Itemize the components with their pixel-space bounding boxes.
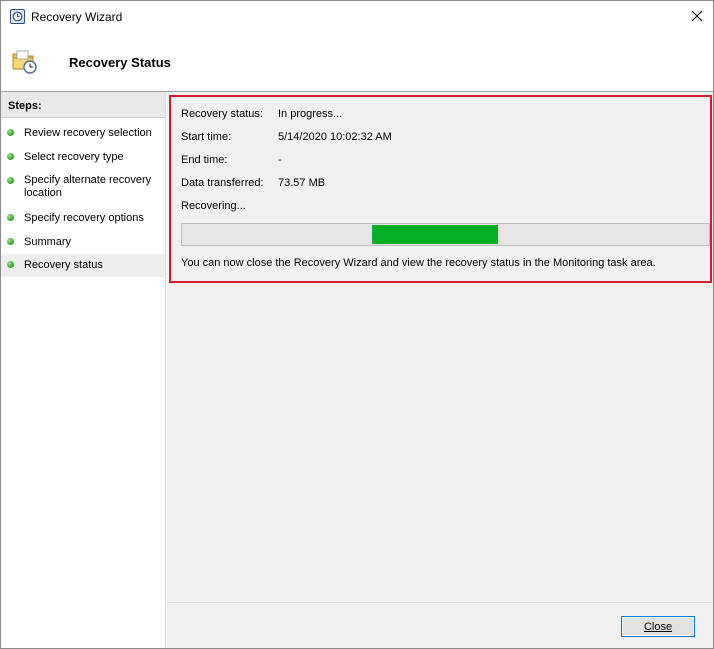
step-label: Select recovery type [24,151,124,163]
step-label: Recovery status [24,259,103,271]
activity-text: Recovering... [181,200,246,212]
step-complete-icon [7,214,14,221]
step-complete-icon [7,177,14,184]
steps-heading: Steps: [1,92,165,118]
progress-bar-fill [372,225,498,244]
data-transferred-label: Data transferred: [181,177,264,189]
status-highlight-box: Recovery status: In progress... Start ti… [169,95,712,283]
step-specify-alternate-recovery-location[interactable]: Specify alternate recovery location [1,172,165,206]
end-time-label: End time: [181,154,228,166]
close-button[interactable]: Close [621,616,695,637]
title-bar: Recovery Wizard [1,1,713,32]
recovery-progress-bar [181,223,710,246]
step-recovery-status[interactable]: Recovery status [1,254,165,277]
window-title: Recovery Wizard [31,10,123,24]
start-time-label: Start time: [181,131,232,143]
start-time-value: 5/14/2020 10:02:32 AM [278,131,392,143]
step-specify-recovery-options[interactable]: Specify recovery options [1,209,165,231]
wizard-header: Recovery Status [1,32,713,91]
step-label: Specify alternate recovery location [24,174,152,199]
end-time-value: - [278,154,282,166]
recovery-wizard-window: Recovery Wizard Recovery Status Steps: R… [0,0,714,649]
step-select-recovery-type[interactable]: Select recovery type [1,148,165,170]
steps-sidebar: Steps: Review recovery selection Select … [1,92,166,648]
wizard-footer: Close [167,602,713,648]
step-summary[interactable]: Summary [1,233,165,255]
recovery-status-value: In progress... [278,108,343,120]
data-transferred-value: 73.57 MB [278,177,326,189]
recovery-status-label: Recovery status: [181,108,263,120]
backup-clock-icon [10,9,25,24]
folder-clock-icon [11,47,39,75]
step-complete-icon [7,238,14,245]
page-title: Recovery Status [69,55,171,70]
step-label: Specify recovery options [24,212,144,224]
step-complete-icon [7,153,14,160]
close-wizard-note: You can now close the Recovery Wizard an… [181,257,656,269]
step-complete-icon [7,129,14,136]
steps-heading-label: Steps: [8,100,42,112]
step-label: Summary [24,236,72,248]
step-review-recovery-selection[interactable]: Review recovery selection [1,124,165,146]
main-panel: Recovery status: In progress... Start ti… [167,92,713,602]
close-icon [691,10,703,22]
step-current-icon [7,261,14,268]
step-label: Review recovery selection [24,127,152,139]
window-close-button[interactable] [683,3,711,29]
